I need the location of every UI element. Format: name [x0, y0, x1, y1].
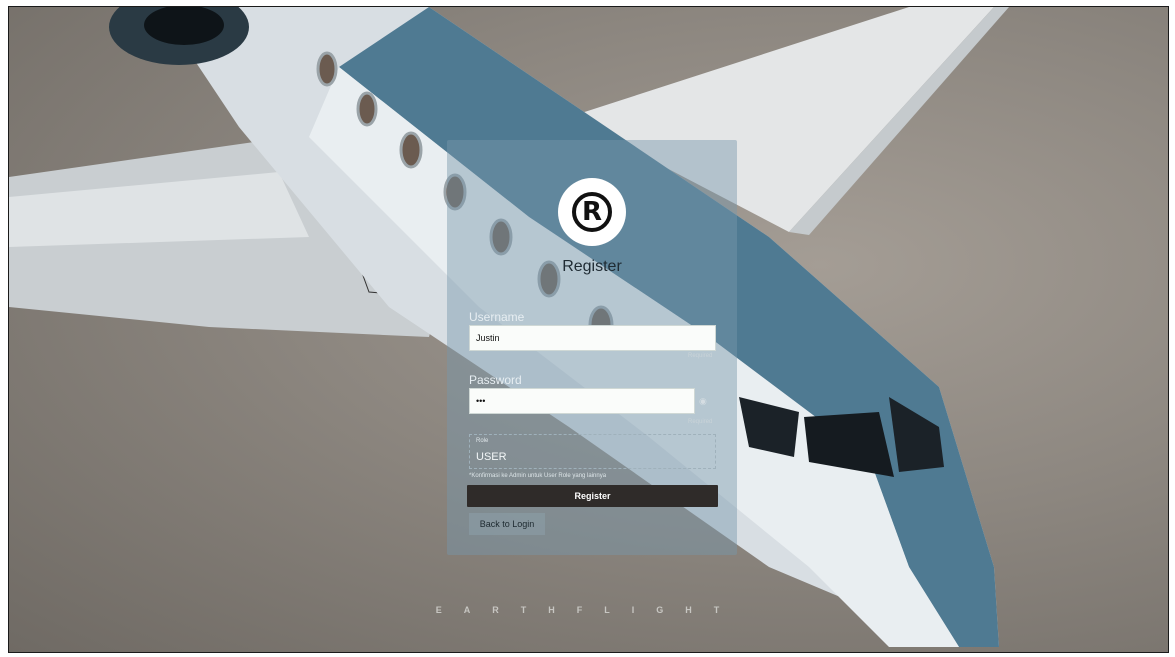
username-label: Username	[469, 310, 525, 324]
password-required-text: Required	[688, 419, 713, 425]
role-label: Role	[476, 438, 489, 444]
register-panel: R Register Username Justin Required Pass…	[447, 140, 737, 555]
password-label: Password	[469, 373, 522, 387]
username-input[interactable]: Justin	[469, 325, 716, 351]
back-to-login-button[interactable]: Back to Login	[469, 513, 545, 535]
register-button[interactable]: Register	[467, 485, 718, 507]
role-value: USER	[476, 451, 507, 463]
brand-wordmark: EARTHFLIGHT	[435, 605, 742, 615]
page-title: Register	[562, 258, 622, 275]
registered-trademark-icon: R	[572, 192, 612, 232]
password-input[interactable]: •••	[469, 388, 695, 414]
username-required-text: Required	[688, 353, 713, 359]
app-viewport: R Register Username Justin Required Pass…	[8, 6, 1169, 653]
role-field[interactable]: Role USER	[469, 434, 716, 469]
show-password-icon[interactable]: ◉	[699, 396, 713, 406]
logo: R	[558, 178, 626, 246]
role-hint-text: *Konfirmasi ke Admin untuk User Role yan…	[469, 473, 607, 479]
